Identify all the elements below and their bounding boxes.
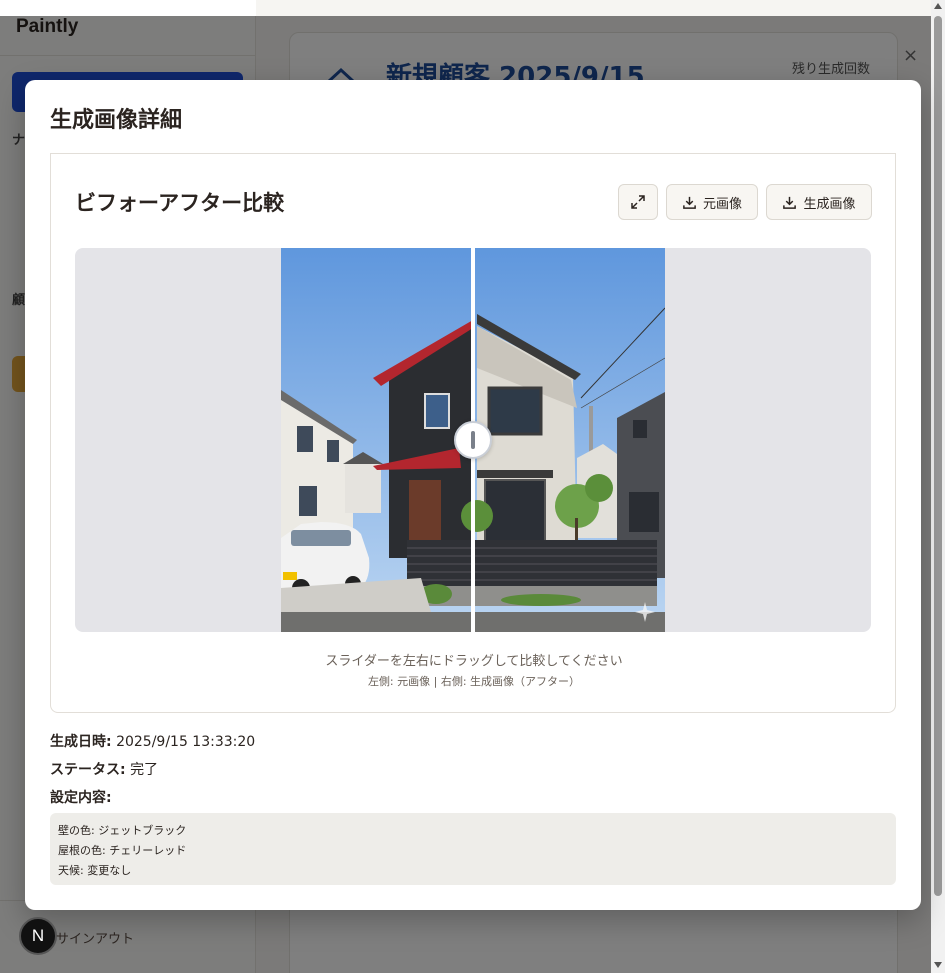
status: ステータス: 完了 <box>50 759 158 779</box>
signout-button[interactable]: サインアウト <box>56 928 134 947</box>
before-after-card: ビフォーアフター比較 元画像 生成画像 スライダーを左右にドラッグして比較してく… <box>50 154 896 713</box>
status-label: ステータス: <box>50 762 126 778</box>
topbar <box>256 0 945 16</box>
compare-title: ビフォーアフター比較 <box>75 191 285 215</box>
download-icon <box>683 196 696 209</box>
setting-item: 屋根の色: チェリーレッド <box>58 844 187 857</box>
slider-hint-sub: 左側: 元画像 | 右側: 生成画像（アフター） <box>367 675 581 688</box>
status-value: 完了 <box>130 762 159 778</box>
close-icon[interactable]: × <box>903 45 918 66</box>
setting-item: 天候: 変更なし <box>58 864 132 877</box>
scroll-thumb[interactable] <box>934 16 942 896</box>
slider-hint: スライダーを左右にドラッグして比較してください <box>325 654 623 669</box>
settings-box: 壁の色: ジェットブラック 屋根の色: チェリーレッド 天候: 変更なし <box>50 813 896 885</box>
scroll-down-icon[interactable] <box>934 962 942 968</box>
comparison-viewer[interactable] <box>75 248 871 632</box>
generated-date-value: 2025/9/15 13:33:20 <box>116 734 256 750</box>
scroll-up-icon[interactable] <box>934 3 942 9</box>
image-detail-modal: 生成画像詳細 ビフォーアフター比較 元画像 生成画像 スライダーを左右にドラッグ… <box>25 80 921 910</box>
expand-icon <box>631 195 645 209</box>
scrollbar[interactable] <box>931 0 945 973</box>
download-original-button[interactable]: 元画像 <box>666 184 758 220</box>
settings-label: 設定内容: <box>50 790 112 806</box>
generated-date: 生成日時: 2025/9/15 13:33:20 <box>50 731 255 751</box>
house-comparison-image <box>281 248 665 632</box>
download-original-label: 元画像 <box>702 196 742 212</box>
comparison-slider-handle[interactable] <box>454 421 492 459</box>
generated-date-label: 生成日時: <box>50 734 112 750</box>
modal-title: 生成画像詳細 <box>50 108 183 133</box>
setting-item: 壁の色: ジェットブラック <box>58 824 187 837</box>
download-generated-label: 生成画像 <box>803 196 856 212</box>
avatar[interactable]: N <box>19 917 57 955</box>
window-top-strip <box>0 0 256 16</box>
grip-icon <box>471 431 475 449</box>
download-generated-button[interactable]: 生成画像 <box>766 184 872 220</box>
download-icon <box>783 196 797 209</box>
fullscreen-button[interactable] <box>618 184 658 220</box>
settings-heading: 設定内容: <box>50 787 112 807</box>
